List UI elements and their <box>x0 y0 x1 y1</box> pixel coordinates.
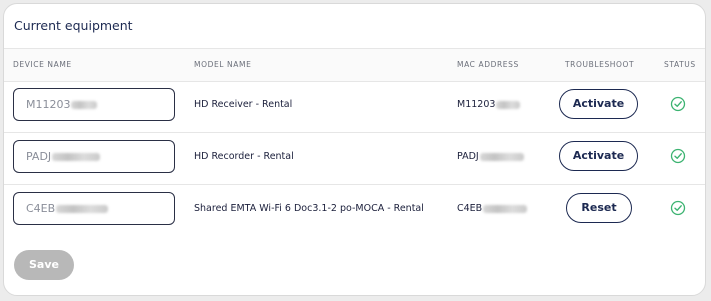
device-name-value: C4EB <box>26 202 56 215</box>
column-header-troubleshoot: TROUBLESHOOT <box>565 60 635 69</box>
model-name: HD Recorder - Rental <box>194 151 294 162</box>
device-name-value: PADJ <box>26 150 52 163</box>
redacted-text <box>56 205 109 213</box>
model-name: Shared EMTA Wi-Fi 6 Doc3.1-2 po-MOCA - R… <box>194 203 424 214</box>
column-header-mac-address: MAC ADDRESS <box>457 60 519 69</box>
table-row: C4EB Shared EMTA Wi-Fi 6 Doc3.1-2 po-MOC… <box>4 184 705 236</box>
mac-address: M11203 <box>457 99 521 110</box>
check-circle-icon <box>670 200 686 216</box>
device-name-value: M11203 <box>26 98 71 111</box>
redacted-text <box>71 101 98 109</box>
redacted-text <box>52 153 101 161</box>
section-title: Current equipment <box>14 18 133 33</box>
activate-button[interactable]: Activate <box>559 141 638 171</box>
model-name: HD Receiver - Rental <box>194 99 293 110</box>
mac-address: PADJ <box>457 151 524 162</box>
save-button[interactable]: Save <box>14 250 74 280</box>
check-circle-icon <box>670 96 686 112</box>
mac-address: C4EB <box>457 203 528 214</box>
column-header-status: STATUS <box>664 60 696 69</box>
column-header-device-name: DEVICE NAME <box>13 60 72 69</box>
table-row: PADJ HD Recorder - Rental PADJ Activate <box>4 132 705 185</box>
check-circle-icon <box>670 148 686 164</box>
device-name-field[interactable]: C4EB <box>13 192 175 225</box>
activate-button[interactable]: Activate <box>559 89 638 119</box>
reset-button[interactable]: Reset <box>566 193 632 223</box>
table-row: M11203 HD Receiver - Rental M11203 Activ… <box>4 80 705 133</box>
device-name-field[interactable]: M11203 <box>13 88 175 121</box>
device-name-field[interactable]: PADJ <box>13 140 175 173</box>
table-header: DEVICE NAME MODEL NAME MAC ADDRESS TROUB… <box>4 48 705 82</box>
column-header-model-name: MODEL NAME <box>194 60 252 69</box>
current-equipment-card: Current equipment DEVICE NAME MODEL NAME… <box>3 3 706 296</box>
